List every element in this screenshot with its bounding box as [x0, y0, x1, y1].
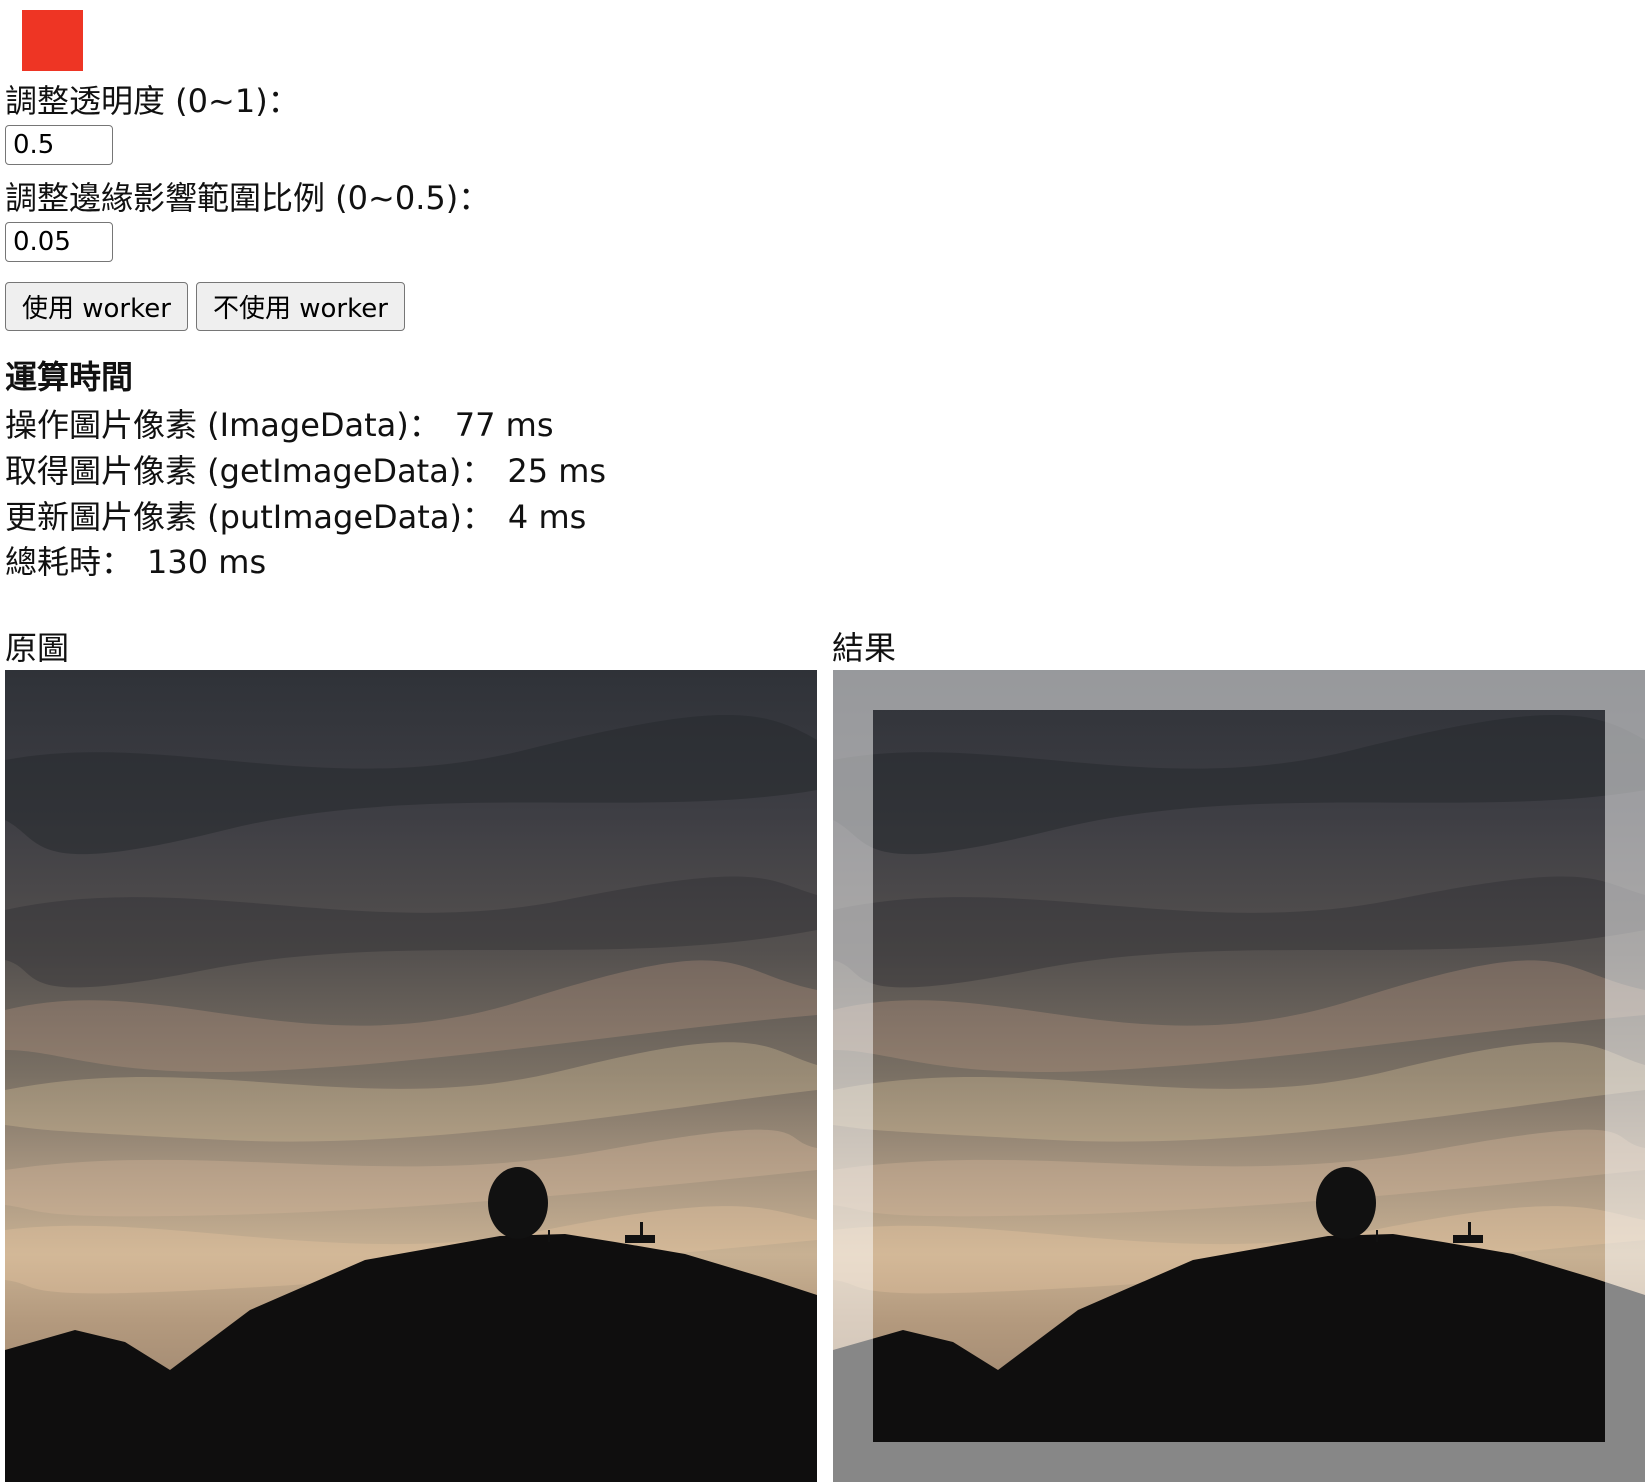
- stat-put: 更新圖片像素 (putImageData)： 4 ms: [5, 498, 586, 536]
- no-worker-button[interactable]: 不使用 worker: [196, 282, 405, 331]
- result-image: [833, 670, 1645, 1482]
- original-image: [5, 670, 817, 1482]
- stat-manipulate-label: 操作圖片像素 (ImageData)：: [5, 406, 441, 444]
- stat-get: 取得圖片像素 (getImageData)： 25 ms: [5, 452, 606, 490]
- opacity-input[interactable]: [5, 125, 113, 165]
- edge-ratio-label: 調整邊緣影響範圍比例 (0~0.5)：: [5, 179, 491, 217]
- stat-manipulate-value: 77 ms: [454, 406, 554, 444]
- stat-put-value: 4 ms: [507, 498, 587, 536]
- timing-heading: 運算時間: [5, 358, 134, 396]
- stat-get-label: 取得圖片像素 (getImageData)：: [5, 452, 494, 490]
- use-worker-button[interactable]: 使用 worker: [5, 282, 188, 331]
- stat-total-value: 130 ms: [147, 543, 267, 581]
- stat-manipulate: 操作圖片像素 (ImageData)： 77 ms: [5, 406, 554, 444]
- result-image-label: 結果: [832, 629, 897, 667]
- stat-get-value: 25 ms: [507, 452, 607, 490]
- opacity-label: 調整透明度 (0~1)：: [5, 82, 300, 120]
- stat-put-label: 更新圖片像素 (putImageData)：: [5, 498, 494, 536]
- original-image-label: 原圖: [5, 629, 70, 667]
- stat-total: 總耗時： 130 ms: [5, 543, 266, 581]
- edge-ratio-input[interactable]: [5, 222, 113, 262]
- stat-total-label: 總耗時：: [5, 543, 134, 581]
- color-swatch: [22, 10, 83, 71]
